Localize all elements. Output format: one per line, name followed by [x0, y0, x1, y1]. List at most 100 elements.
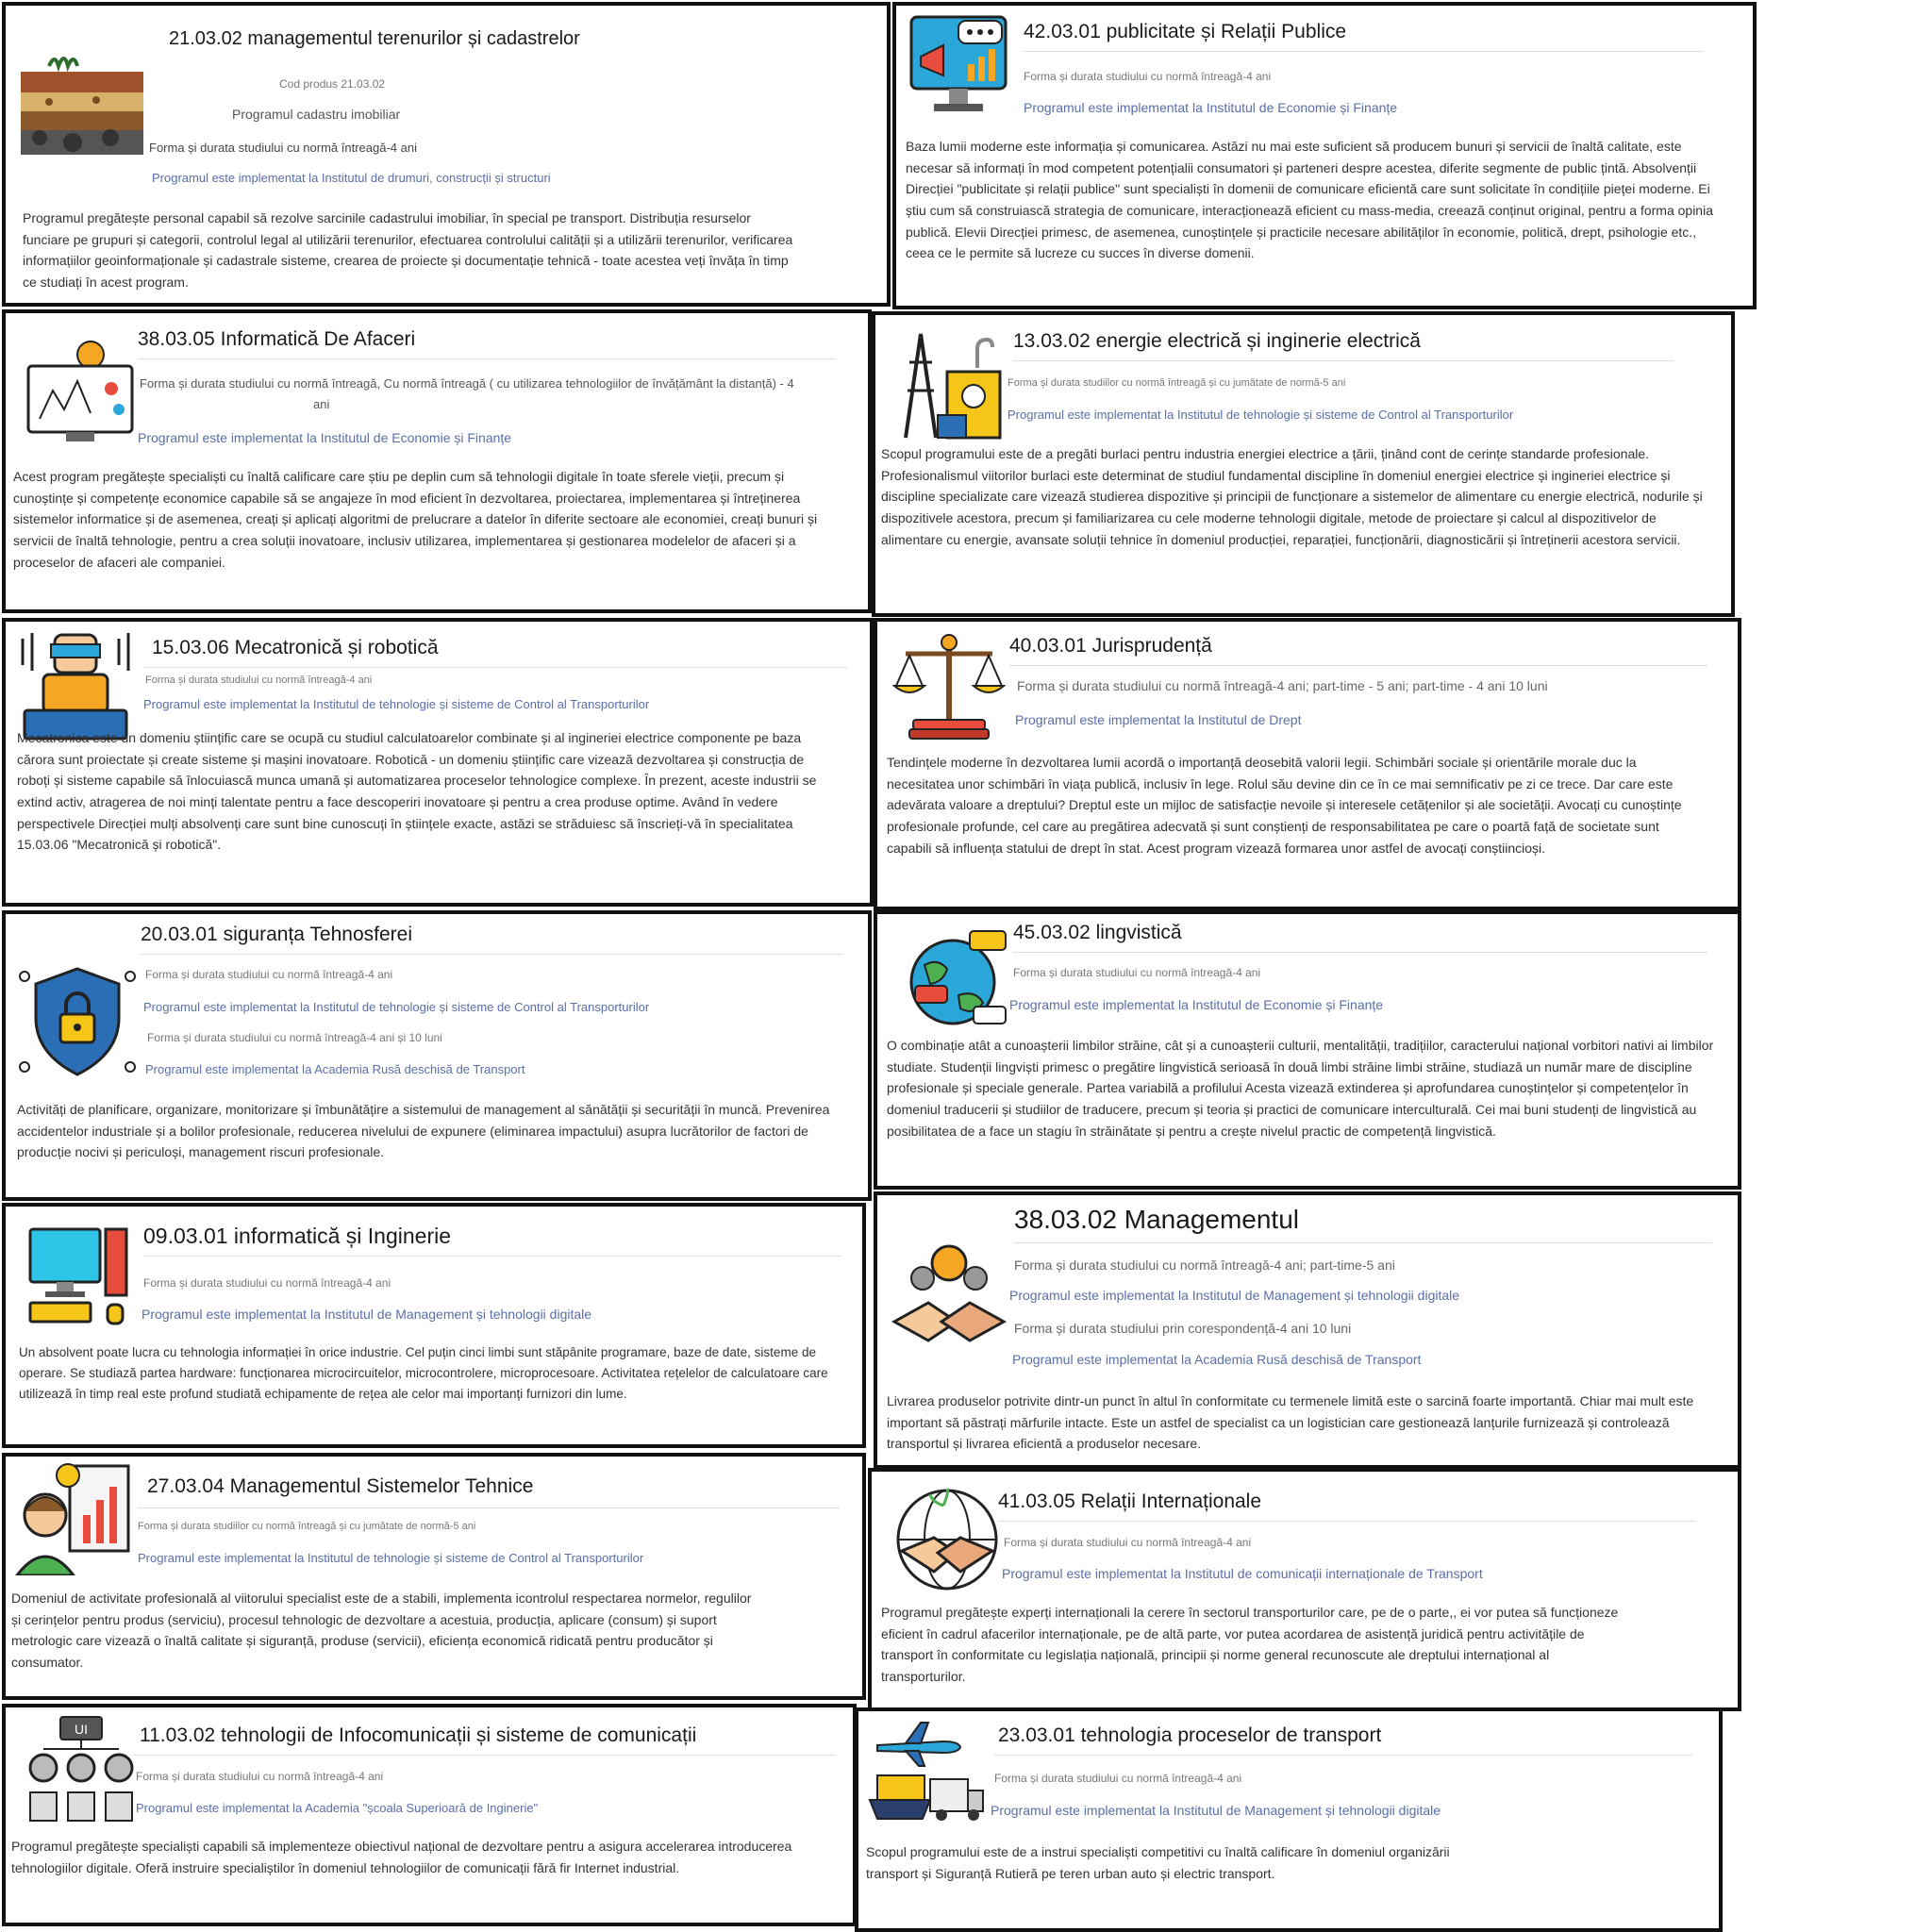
study-form: Forma și durata studiului cu normă între… [143, 1276, 391, 1290]
institute-link[interactable]: Programul este implementat la Institutul… [1008, 408, 1513, 422]
program-title: 42.03.01 publicitate și Relații Publice [1024, 21, 1347, 42]
program-card-jurisprudence: 40.03.01 Jurisprudență Forma și durata s… [874, 618, 1741, 910]
study-form-part-time: Forma și durata studiului cu normă între… [147, 1031, 442, 1044]
divider [1013, 360, 1674, 361]
program-description: O combinație atât a cunoașterii limbilor… [887, 1038, 1714, 1139]
program-description: Baza lumii moderne este informația și co… [906, 139, 1713, 261]
institute-link[interactable]: Programul este implementat la Institutul… [143, 697, 649, 711]
divider [143, 1256, 841, 1257]
globe-chat-icon [909, 930, 1007, 1025]
program-title: 23.03.01 tehnologia proceselor de transp… [998, 1724, 1382, 1746]
program-description: Un absolvent poate lucra cu tehnologia i… [19, 1345, 828, 1401]
presenter-idea-icon [15, 1463, 130, 1575]
program-description: Scopul programului este de a pregăti bur… [881, 446, 1703, 547]
program-card-land-management: 21.03.02 managementul terenurilor și cad… [2, 2, 891, 307]
divider [1013, 952, 1707, 953]
divider [143, 667, 847, 668]
program-title: 09.03.01 informatică și Inginerie [143, 1224, 452, 1248]
program-subtitle: Programul cadastru imobiliar [232, 107, 401, 122]
program-description: Programul pregătește personal capabil să… [23, 210, 793, 291]
study-form: Forma și durata studiului cu normă între… [994, 1772, 1242, 1785]
power-plant-icon [904, 333, 1002, 440]
program-card-management: 38.03.02 Managementul Forma și durata st… [874, 1191, 1741, 1469]
program-title: 21.03.02 managementul terenurilor și cad… [169, 28, 580, 49]
program-title: 13.03.02 energie electrică și inginerie … [1013, 330, 1421, 352]
institute-link[interactable]: Programul este implementat la Institutul… [1015, 712, 1301, 727]
svg-text:UI: UI [75, 1722, 88, 1737]
team-handshake-icon [891, 1244, 1008, 1342]
globe-handshake-icon [896, 1488, 998, 1591]
study-form: Forma și durata studiului cu normă între… [1004, 1536, 1252, 1549]
institute-link[interactable]: Programul este implementat la Institutul… [142, 1307, 591, 1322]
study-form: Forma și durata studiului cu normă între… [1024, 70, 1272, 83]
institute-link[interactable]: Programul este implementat la Academia "… [136, 1801, 538, 1815]
program-card-international-relations: 41.03.05 Relații Internaționale Forma și… [868, 1468, 1741, 1711]
institute-link[interactable]: Programul este implementat la Institutul… [1009, 1288, 1459, 1303]
study-form-correspondence: Forma și durata studiului prin corespond… [1014, 1321, 1352, 1336]
program-card-electrical-engineering: 13.03.02 energie electrică și inginerie … [872, 311, 1735, 617]
divider [998, 1521, 1696, 1522]
study-form: Forma și durata studiului cu normă între… [145, 675, 373, 686]
institute-link-secondary[interactable]: Programul este implementat la Academia R… [145, 1062, 525, 1076]
desktop-computer-icon [28, 1227, 128, 1325]
program-description: Tendințele moderne în dezvoltarea lumii … [887, 755, 1682, 856]
institute-link[interactable]: Programul este implementat la Institutul… [152, 171, 551, 185]
program-title: 27.03.04 Managementul Sistemelor Tehnice [147, 1475, 534, 1497]
program-card-technical-systems-management: 27.03.04 Managementul Sistemelor Tehnice… [2, 1453, 866, 1700]
program-title: 38.03.02 Managementul [1014, 1205, 1299, 1234]
study-form: Forma și durata studiului cu normă între… [1017, 678, 1548, 693]
study-form: Forma și durata studiilor cu normă între… [1008, 377, 1346, 389]
program-card-transport-processes: 23.03.01 tehnologia proceselor de transp… [855, 1707, 1723, 1932]
study-form: Forma și durata studiului cu normă între… [140, 376, 794, 391]
divider [138, 358, 836, 359]
robot-operator-icon [21, 633, 130, 741]
program-card-technosphere-safety: 20.03.01 siguranța Tehnosferei Forma și … [2, 910, 872, 1201]
program-title: 11.03.02 tehnologii de Infocomunicații ș… [140, 1724, 697, 1746]
program-description: Acest program pregătește specialiști cu … [13, 469, 818, 570]
divider [994, 1755, 1692, 1756]
program-description: Programul pregătește specialiști capabil… [11, 1839, 792, 1875]
study-form: Forma și durata studiului cu normă între… [149, 141, 417, 155]
institute-link[interactable]: Programul este implementat la Institutul… [138, 1551, 643, 1565]
program-card-computer-engineering: 09.03.01 informatică și Inginerie Forma … [2, 1203, 866, 1448]
divider [1014, 1242, 1712, 1243]
study-form: Forma și durata studiului cu normă între… [136, 1770, 384, 1783]
program-card-public-relations: 42.03.01 publicitate și Relații Publice … [892, 2, 1757, 309]
program-description: Mecatronica este un domeniu științific c… [17, 730, 817, 853]
program-card-infocommunications: UI 11.03.02 tehnologii de Infocomunicați… [2, 1704, 857, 1926]
study-form-duration: ani [313, 397, 330, 411]
divider [1009, 665, 1707, 666]
institute-link[interactable]: Programul este implementat la Institutul… [138, 430, 511, 445]
program-title: 38.03.05 Informatică De Afaceri [138, 328, 416, 350]
program-title: 45.03.02 lingvistică [1013, 922, 1182, 943]
institute-link[interactable]: Programul este implementat la Institutul… [991, 1803, 1441, 1818]
institute-link[interactable]: Programul este implementat la Institutul… [143, 1000, 649, 1014]
security-shield-lock-icon [19, 967, 136, 1076]
divider [134, 1755, 836, 1756]
justice-scales-icon [892, 634, 1006, 740]
study-form: Forma și durata studiului cu normă între… [1014, 1257, 1395, 1273]
program-description: Programul pregătește experți internațion… [881, 1605, 1619, 1685]
divider [1024, 51, 1703, 52]
program-title: 40.03.01 Jurisprudență [1009, 635, 1212, 657]
program-description: Domeniul de activitate profesională al v… [11, 1591, 752, 1671]
soil-layers-icon [21, 57, 143, 155]
program-description: Scopul programului este de a instrui spe… [866, 1844, 1450, 1881]
institute-link[interactable]: Programul este implementat la Institutul… [1024, 100, 1397, 115]
product-code: Cod produs 21.03.02 [279, 77, 386, 91]
ui-gears-network-icon: UI [28, 1716, 134, 1822]
study-form: Forma și durata studiului cu normă între… [1013, 966, 1261, 979]
institute-link[interactable]: Programul este implementat la Institutul… [1002, 1566, 1483, 1581]
institute-link[interactable]: Programul este implementat la Institutul… [1009, 997, 1383, 1012]
program-title: 20.03.01 siguranța Tehnosferei [141, 924, 412, 945]
institute-link-secondary[interactable]: Programul este implementat la Academia R… [1012, 1352, 1421, 1367]
study-form: Forma și durata studiilor cu normă între… [138, 1521, 476, 1532]
megaphone-monitor-icon [909, 15, 1008, 111]
transport-modes-icon [868, 1722, 984, 1821]
study-form: Forma și durata studiului cu normă între… [145, 968, 393, 981]
divider [138, 1507, 840, 1508]
program-card-linguistics: 45.03.02 lingvistică Forma și durata stu… [874, 910, 1741, 1190]
program-card-mechatronics: 15.03.06 Mecatronică și robotică Forma ș… [2, 618, 874, 907]
program-title: 15.03.06 Mecatronică și robotică [152, 637, 439, 658]
program-title: 41.03.05 Relații Internaționale [998, 1491, 1262, 1512]
